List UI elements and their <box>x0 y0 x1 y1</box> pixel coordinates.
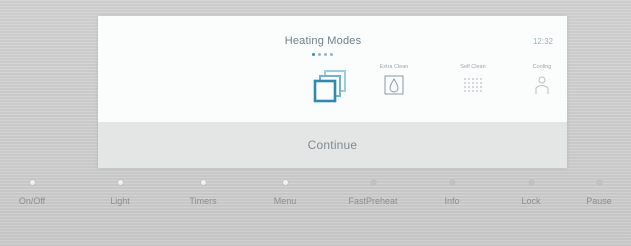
control-label: On/Off <box>18 196 46 206</box>
lock-button[interactable]: Lock <box>499 180 563 206</box>
indicator-led <box>596 180 602 185</box>
control-label: FastPreheat <box>348 196 398 206</box>
control-label: Light <box>110 196 130 206</box>
water-drop-icon <box>384 75 404 95</box>
continue-button[interactable]: Continue <box>98 122 567 168</box>
control-label: Timers <box>189 196 217 206</box>
fast-preheat-button[interactable]: FastPreheat <box>341 180 405 206</box>
indicator-led <box>200 180 206 185</box>
light-button[interactable]: Light <box>88 180 152 206</box>
mode-option-extra-clean[interactable]: Extra Clean <box>369 64 419 96</box>
indicator-led <box>282 180 288 185</box>
person-icon <box>535 76 549 94</box>
mode-label: Cooling <box>532 64 552 70</box>
stacked-squares-icon <box>313 70 346 103</box>
page-dot <box>312 53 315 56</box>
indicator-led <box>29 180 35 185</box>
indicator-led <box>528 180 534 185</box>
page-dot <box>330 53 333 56</box>
page-dot <box>318 53 321 56</box>
self-clean-icon <box>464 78 482 92</box>
control-label: Info <box>444 196 460 206</box>
page-indicator <box>312 53 333 56</box>
timers-button[interactable]: Timers <box>171 180 235 206</box>
screen-title: Heating Modes <box>284 35 362 47</box>
touch-screen: Heating Modes 12:32 Extra Clean Self Cle <box>98 16 567 122</box>
control-label: Pause <box>586 196 612 206</box>
display-panel: Heating Modes 12:32 Extra Clean Self Cle <box>98 16 567 168</box>
indicator-led <box>449 180 455 185</box>
control-label: Lock <box>521 196 541 206</box>
indicator-led <box>117 180 123 185</box>
mode-option-self-clean[interactable]: Self Clean <box>448 64 498 96</box>
indicator-led <box>370 180 376 185</box>
on-off-button[interactable]: On/Off <box>0 180 64 206</box>
control-label: Menu <box>273 196 297 206</box>
pause-button[interactable]: Pause <box>567 180 631 206</box>
mode-label: Extra Clean <box>379 64 409 70</box>
control-panel: On/Off Light Timers Menu FastPreheat Inf… <box>0 180 631 220</box>
mode-label: Self Clean <box>460 64 486 70</box>
mode-option-cooling[interactable]: Cooling <box>517 64 567 96</box>
info-button[interactable]: Info <box>420 180 484 206</box>
menu-button[interactable]: Menu <box>253 180 317 206</box>
page-dot <box>324 53 327 56</box>
clock: 12:32 <box>532 37 553 46</box>
mode-option-main[interactable] <box>311 68 349 106</box>
